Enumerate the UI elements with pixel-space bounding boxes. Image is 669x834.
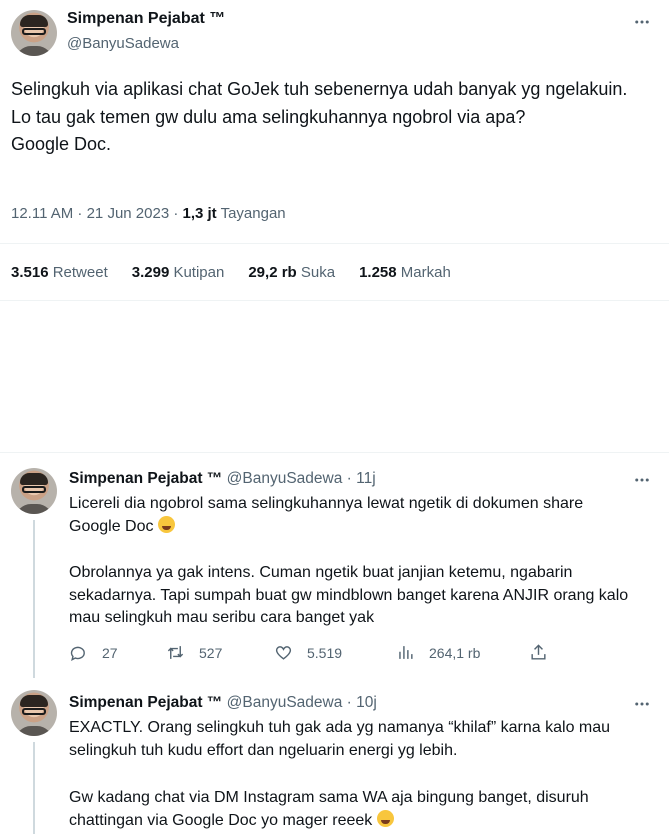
reply-author-name[interactable]: Simpenan Pejabat ™ bbox=[69, 470, 222, 487]
retweet-button[interactable]: 527 bbox=[166, 643, 222, 662]
reply-text: EXACTLY. Orang selingkuh tuh gak ada yg … bbox=[69, 719, 615, 759]
like-stat[interactable]: 29,2 rb Suka bbox=[248, 264, 335, 281]
thread-line bbox=[33, 520, 35, 678]
views-button[interactable]: 264,1 rb bbox=[396, 643, 480, 662]
retweet-icon bbox=[167, 646, 184, 659]
quote-stat[interactable]: 3.299 Kutipan bbox=[132, 264, 225, 281]
retweet-stat[interactable]: 3.516 Retweet bbox=[11, 264, 108, 281]
more-options-icon[interactable] bbox=[632, 470, 652, 490]
thread-line bbox=[33, 742, 35, 834]
tweet-timestamp[interactable]: 12.11 AM · 21 Jun 2023 · bbox=[11, 205, 183, 222]
more-options-icon[interactable] bbox=[632, 12, 652, 32]
crying-face-emoji-icon bbox=[376, 809, 394, 827]
reply-actions: 27 527 5.519 264,1 rb bbox=[69, 643, 559, 665]
bookmark-stat[interactable]: 1.258 Markah bbox=[359, 264, 451, 281]
tweet-text: Selingkuh via aplikasi chat GoJek tuh se… bbox=[11, 79, 628, 154]
divider bbox=[0, 243, 669, 244]
share-icon bbox=[531, 644, 546, 660]
reply-icon bbox=[70, 646, 85, 661]
reply-button[interactable]: 27 bbox=[69, 643, 118, 662]
divider bbox=[0, 452, 669, 453]
engagement-stats: 3.516 Retweet 3.299 Kutipan 29,2 rb Suka… bbox=[11, 264, 475, 281]
analytics-icon bbox=[399, 646, 413, 659]
tears-of-joy-emoji-icon bbox=[157, 515, 175, 533]
views-count[interactable]: 1,3 jt bbox=[183, 205, 217, 222]
views-label: Tayangan bbox=[216, 205, 286, 222]
divider bbox=[0, 300, 669, 301]
avatar[interactable] bbox=[11, 468, 57, 514]
more-options-icon[interactable] bbox=[632, 694, 652, 714]
reply-header: Simpenan Pejabat ™ @BanyuSadewa · 11j bbox=[69, 470, 376, 488]
reply-author-name[interactable]: Simpenan Pejabat ™ bbox=[69, 694, 222, 711]
heart-icon bbox=[275, 646, 292, 660]
reply-text-continued: Obrolannya ya gak intens. Cuman ngetik b… bbox=[69, 564, 633, 626]
tweet-meta: 12.11 AM · 21 Jun 2023 · 1,3 jt Tayangan bbox=[11, 205, 286, 222]
avatar[interactable] bbox=[11, 690, 57, 736]
author-handle[interactable]: @BanyuSadewa bbox=[67, 35, 179, 52]
like-button[interactable]: 5.519 bbox=[274, 643, 342, 662]
reply-meta[interactable]: @BanyuSadewa · 11j bbox=[222, 470, 376, 487]
avatar[interactable] bbox=[11, 10, 57, 56]
reply-text-continued: Gw kadang chat via DM Instagram sama WA … bbox=[69, 789, 594, 829]
author-name[interactable]: Simpenan Pejabat ™ bbox=[67, 10, 225, 28]
share-button[interactable] bbox=[529, 643, 562, 662]
reply-header: Simpenan Pejabat ™ @BanyuSadewa · 10j bbox=[69, 694, 377, 712]
reply-meta[interactable]: @BanyuSadewa · 10j bbox=[222, 694, 377, 711]
reply-text: Licereli dia ngobrol sama selingkuhannya… bbox=[69, 495, 584, 535]
